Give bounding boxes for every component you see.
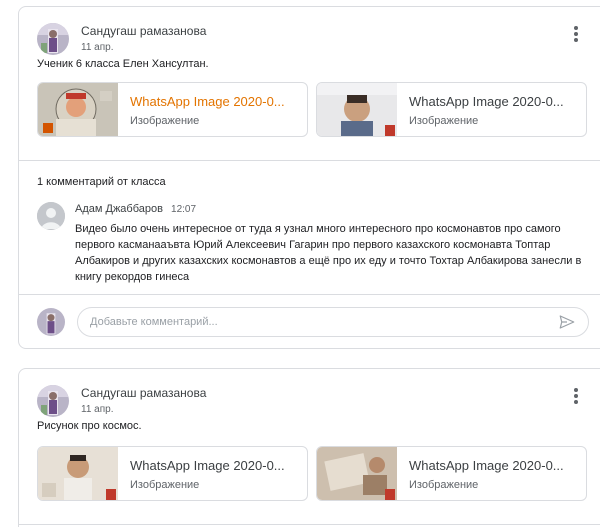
attachment-type: Изображение <box>130 479 200 491</box>
author-name[interactable]: Сандугаш рамазанова <box>81 24 206 39</box>
more-vert-icon[interactable] <box>567 385 585 407</box>
attachment-type: Изображение <box>409 479 479 491</box>
comments-count[interactable]: 1 комментарий от класса <box>37 176 166 188</box>
comment: Адам Джаббаров 12:07 Видео было очень ин… <box>37 202 597 285</box>
comment-input[interactable] <box>90 316 558 328</box>
author-avatar[interactable] <box>37 23 69 55</box>
post-text: Рисунок про космос. <box>37 420 142 432</box>
attachment-name[interactable]: WhatsApp Image 2020-0... <box>409 94 564 110</box>
post-card: Сандугаш рамазанова 11 апр. Ученик 6 кла… <box>18 6 600 349</box>
attachment-name[interactable]: WhatsApp Image 2020-0... <box>130 94 285 110</box>
author-name[interactable]: Сандугаш рамазанова <box>81 386 206 401</box>
comment-field[interactable] <box>77 307 589 337</box>
current-user-avatar <box>37 308 65 336</box>
commenter-avatar[interactable] <box>37 202 65 230</box>
comment-time: 12:07 <box>171 204 197 215</box>
post-header: Сандугаш рамазанова 11 апр. <box>37 383 206 419</box>
divider <box>19 160 600 161</box>
attachment-name[interactable]: WhatsApp Image 2020-0... <box>130 458 285 474</box>
divider <box>19 524 600 525</box>
attachment-thumbnail <box>38 83 118 136</box>
post-header: Сандугаш рамазанова 11 апр. <box>37 21 206 57</box>
divider <box>19 294 600 295</box>
attachment-thumbnail <box>317 447 397 500</box>
attachment-card[interactable]: WhatsApp Image 2020-0... Изображение <box>37 446 308 501</box>
post-text: Ученик 6 класса Елен Хансултан. <box>37 58 209 70</box>
attachment-card[interactable]: WhatsApp Image 2020-0... Изображение <box>316 82 587 137</box>
attachment-name[interactable]: WhatsApp Image 2020-0... <box>409 458 564 474</box>
attachment-thumbnail <box>317 83 397 136</box>
post-date: 11 апр. <box>81 41 114 53</box>
send-icon[interactable] <box>558 313 576 331</box>
attachment-thumbnail <box>38 447 118 500</box>
post-card: Сандугаш рамазанова 11 апр. Рисунок про … <box>18 368 600 527</box>
more-vert-icon[interactable] <box>567 23 585 45</box>
add-comment-row <box>37 307 589 337</box>
attachment-card[interactable]: WhatsApp Image 2020-0... Изображение <box>37 82 308 137</box>
attachment-type: Изображение <box>409 115 479 127</box>
attachment-card[interactable]: WhatsApp Image 2020-0... Изображение <box>316 446 587 501</box>
post-date: 11 апр. <box>81 403 114 415</box>
comment-text: Видео было очень интересное от туда я уз… <box>75 223 582 283</box>
commenter-name: Адам Джаббаров <box>75 203 163 215</box>
author-avatar[interactable] <box>37 385 69 417</box>
attachment-type: Изображение <box>130 115 200 127</box>
